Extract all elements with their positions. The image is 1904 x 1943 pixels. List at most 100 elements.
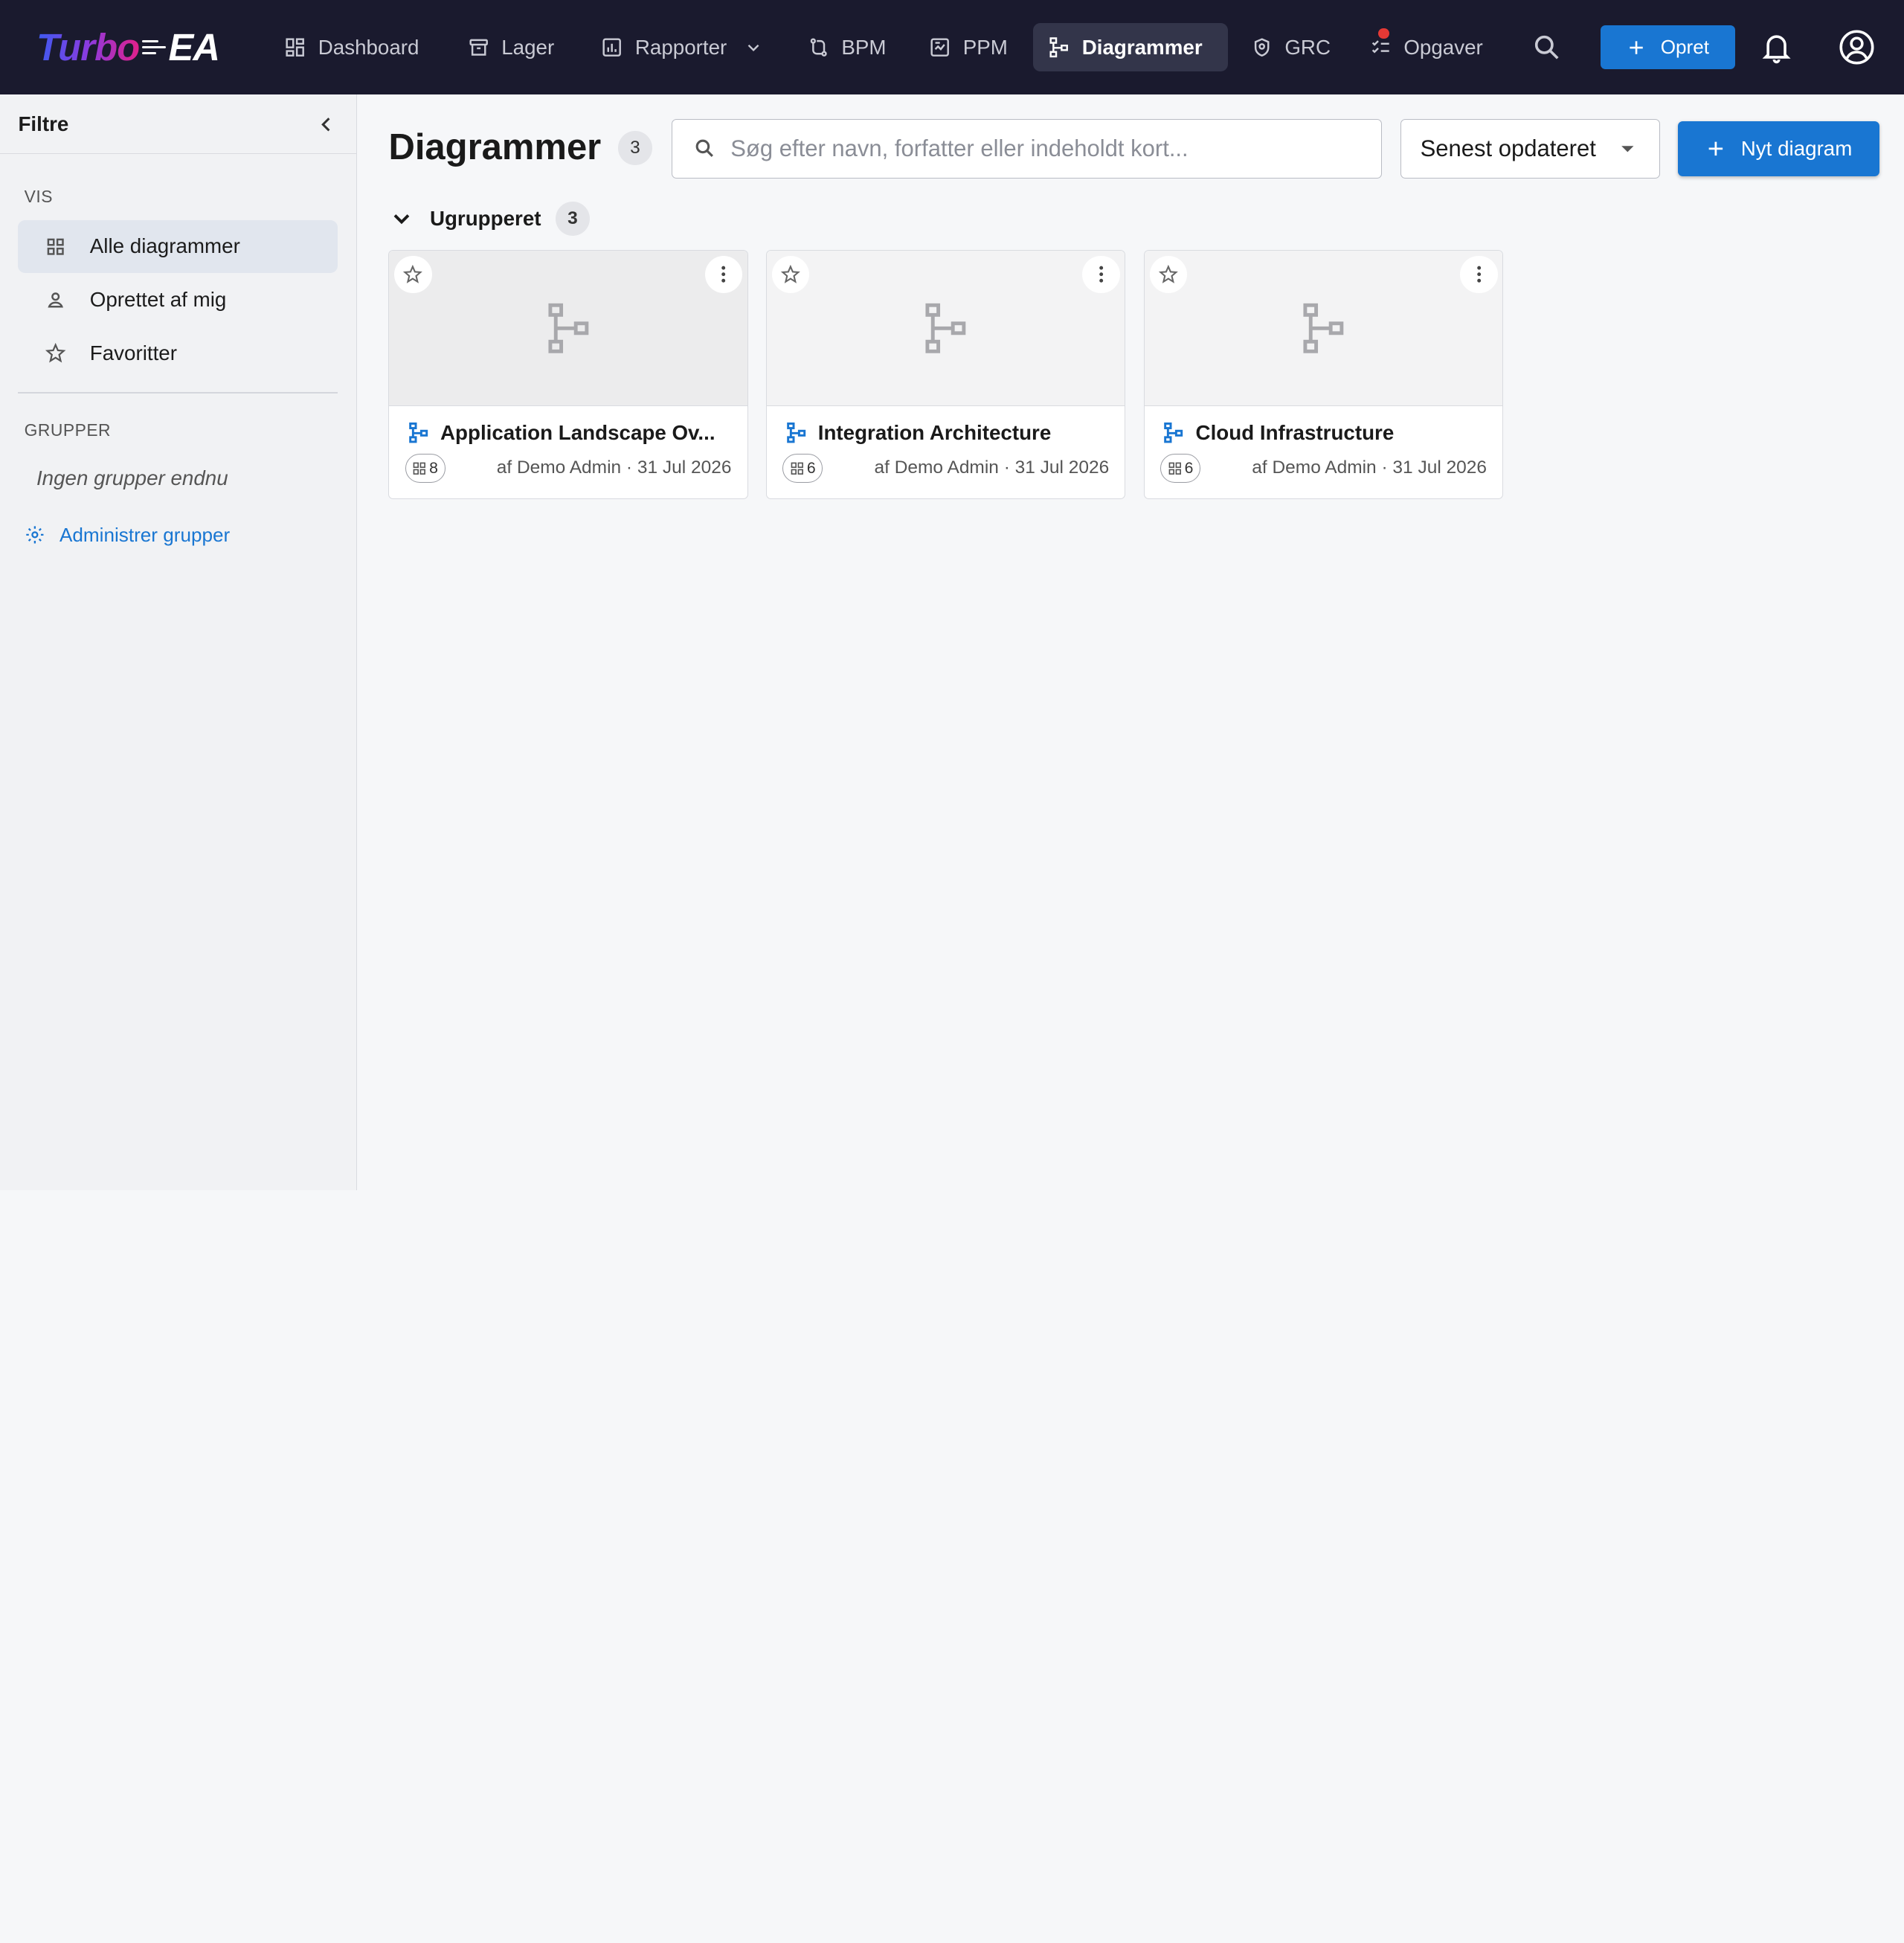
sidebar-item-favorites[interactable]: Favoritter — [18, 327, 337, 380]
sidebar-item-label: Favoritter — [89, 341, 177, 365]
card-count-value: 6 — [806, 459, 816, 477]
favorite-button[interactable] — [393, 255, 432, 294]
filter-sidebar: Filtre VIS Alle diagrammer Oprettet af m… — [0, 94, 357, 1191]
shield-icon — [1254, 38, 1270, 57]
page-title: Diagrammer — [388, 126, 602, 167]
sort-select-value: Senest opdateret — [1420, 135, 1596, 161]
card-count-value: 8 — [429, 459, 438, 477]
nav-opgaver-label: Opgaver — [1403, 35, 1483, 59]
gear-icon — [25, 526, 44, 544]
create-button-label: Opret — [1660, 36, 1709, 59]
cards-icon — [791, 462, 803, 475]
nav-ppm-label: PPM — [962, 35, 1008, 59]
view-section-label: VIS — [24, 187, 53, 207]
reports-icon — [602, 38, 622, 57]
group-name: Ugrupperet — [429, 206, 541, 230]
diagram-icon — [1049, 37, 1068, 58]
nav-rapporter-label: Rapporter — [634, 35, 727, 59]
card-meta: af Demo Admin · 31 Jul 2026 — [496, 457, 732, 478]
group-count-badge: 3 — [556, 202, 590, 236]
nav-opgaver[interactable]: Opgaver — [1355, 23, 1497, 71]
logo-speed-lines — [141, 39, 167, 55]
star-icon — [1158, 265, 1178, 284]
sidebar-divider — [18, 392, 338, 394]
turbo-ea-logo[interactable]: Turbo EA — [36, 25, 220, 71]
card-title: Application Landscape Ov... — [408, 421, 736, 445]
plus-icon — [1709, 141, 1723, 156]
diagram-icon — [1164, 423, 1183, 443]
new-diagram-button[interactable]: Nyt diagram — [1678, 121, 1880, 176]
cards-icon — [1168, 462, 1181, 475]
sidebar-item-created-by-me[interactable]: Oprettet af mig — [18, 273, 337, 327]
group-header-ungrouped[interactable]: Ugrupperet 3 — [388, 202, 590, 236]
card-title: Cloud Infrastructure — [1162, 421, 1490, 445]
search-field[interactable] — [671, 119, 1382, 179]
diagram-card[interactable]: Application Landscape Ov... 8 af Demo Ad… — [388, 250, 748, 500]
tasks-icon — [1371, 40, 1389, 54]
card-menu-button[interactable] — [1082, 255, 1120, 294]
diagram-thumbnail — [389, 251, 747, 407]
sidebar-item-label: Oprettet af mig — [89, 288, 227, 312]
logo-text-ea: EA — [168, 26, 220, 69]
card-title-text: Integration Architecture — [817, 420, 1052, 444]
nav-dashboard[interactable]: Dashboard — [269, 23, 434, 71]
sidebar-item-all-diagrams[interactable]: Alle diagrammer — [18, 219, 338, 274]
more-vert-icon — [1476, 266, 1481, 283]
card-menu-button[interactable] — [704, 255, 743, 294]
nav-diagrammer[interactable]: Diagrammer — [1033, 23, 1228, 72]
diagram-card[interactable]: Cloud Infrastructure 6 af Demo Admin · 3… — [1144, 250, 1504, 500]
chevron-down-icon — [394, 213, 410, 225]
card-count-value: 6 — [1184, 459, 1194, 477]
diagram-thumbnail — [1145, 251, 1503, 407]
search-icon — [695, 140, 713, 158]
card-count-chip: 8 — [405, 453, 446, 484]
groups-section-label: GRUPPER — [24, 420, 112, 440]
nav-lager[interactable]: Lager — [453, 23, 569, 71]
diagram-placeholder-icon — [548, 303, 589, 353]
star-icon — [45, 343, 66, 363]
nav-diagrammer-label: Diagrammer — [1081, 35, 1203, 59]
nav-rapporter[interactable]: Rapporter — [587, 23, 778, 71]
create-button[interactable]: Opret — [1600, 25, 1736, 70]
grid-icon — [48, 238, 65, 255]
new-diagram-label: Nyt diagram — [1740, 137, 1853, 160]
manage-groups-label: Administrer grupper — [59, 523, 231, 546]
card-title-text: Cloud Infrastructure — [1195, 420, 1395, 444]
sidebar-item-label: Alle diagrammer — [89, 234, 240, 258]
chevron-down-icon — [747, 44, 759, 51]
search-icon[interactable] — [1532, 33, 1561, 62]
nav-ppm[interactable]: PPM — [914, 23, 1022, 71]
bell-icon[interactable] — [1762, 30, 1791, 65]
more-vert-icon — [1099, 266, 1104, 283]
favorite-button[interactable] — [771, 255, 810, 294]
plus-icon — [1630, 40, 1643, 54]
search-input[interactable] — [730, 135, 1381, 162]
collapse-sidebar-icon[interactable] — [314, 112, 338, 137]
card-title: Integration Architecture — [785, 421, 1113, 445]
sort-select[interactable]: Senest opdateret — [1400, 119, 1660, 179]
diagram-icon — [786, 423, 805, 443]
notification-dot — [1378, 28, 1389, 39]
sidebar-header: Filtre — [0, 94, 356, 155]
diagram-card[interactable]: Integration Architecture 6 af Demo Admin… — [766, 250, 1126, 500]
nav-grc[interactable]: GRC — [1236, 23, 1345, 71]
nav-bpm[interactable]: BPM — [793, 23, 901, 71]
manage-groups-link[interactable]: Administrer grupper — [25, 523, 231, 547]
nav-dashboard-label: Dashboard — [318, 35, 419, 59]
app-root: Turbo EA Dashboard Lager Rapporter BPM P… — [0, 0, 1904, 1191]
account-icon[interactable] — [1839, 29, 1875, 65]
cards-icon — [413, 462, 426, 475]
card-menu-button[interactable] — [1460, 255, 1498, 294]
dropdown-arrow-icon — [1621, 145, 1634, 152]
star-icon — [781, 265, 801, 284]
top-navigation-bar: Turbo EA Dashboard Lager Rapporter BPM P… — [0, 0, 1904, 95]
more-vert-icon — [721, 266, 726, 283]
ppm-icon — [930, 38, 949, 57]
logo-text-turbo: Turbo — [36, 26, 140, 69]
diagram-placeholder-icon — [925, 303, 966, 353]
total-count-badge: 3 — [618, 131, 652, 166]
dashboard-icon — [286, 38, 304, 57]
card-title-text: Application Landscape Ov... — [440, 420, 715, 444]
sidebar-title: Filtre — [18, 112, 69, 135]
favorite-button[interactable] — [1149, 255, 1188, 294]
